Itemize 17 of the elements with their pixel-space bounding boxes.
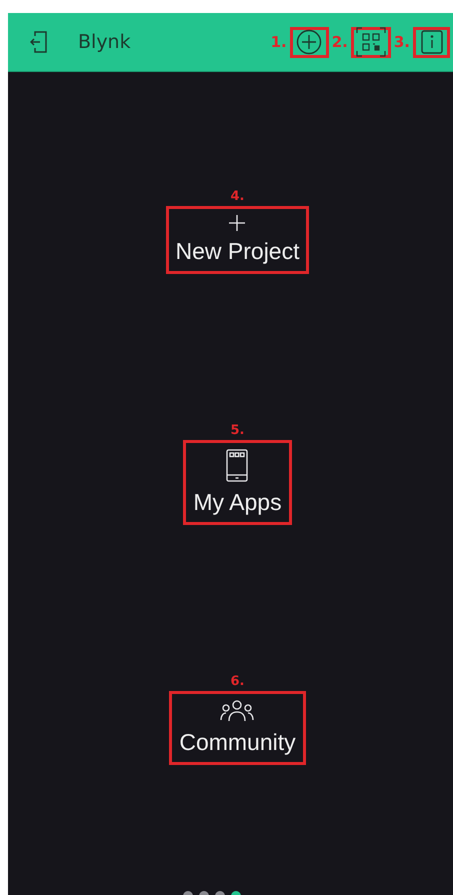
phone-icon [226,449,248,482]
add-icon[interactable] [296,29,322,55]
app-title: Blynk [78,30,131,55]
annotation-number: 1. [270,32,287,53]
plus-icon [229,215,246,231]
people-icon [220,700,254,722]
info-icon[interactable] [420,30,442,54]
menu-button[interactable]: My Apps [191,449,284,516]
annotation-number: 5. [230,424,244,438]
menu-button[interactable]: Community [177,700,298,756]
logout-icon[interactable] [30,30,48,54]
qr-code-icon[interactable] [356,27,386,57]
annotation-number: 6. [230,675,244,689]
annotation-number: 3. [394,32,410,53]
menu-button[interactable]: New Project [174,215,302,265]
annotation-number: 4. [230,190,244,204]
annotation-number: 2. [332,32,348,53]
